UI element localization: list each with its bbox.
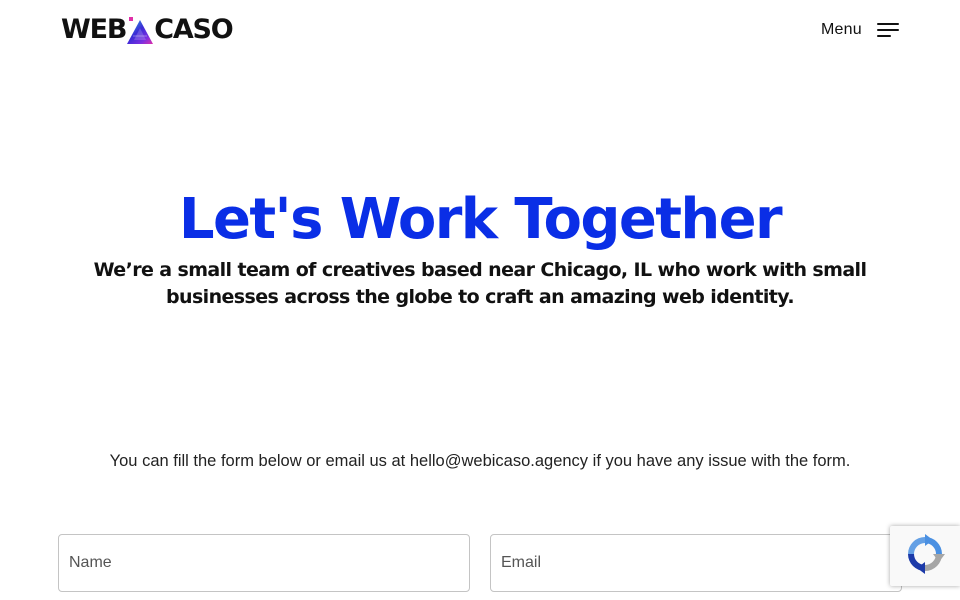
menu-label: Menu: [821, 21, 862, 38]
logo-mark-icon: [125, 14, 155, 44]
info-text-before: You can fill the form below or email us …: [109, 452, 410, 470]
info-text-after: if you have any issue with the form.: [588, 452, 851, 470]
recaptcha-icon: [903, 532, 947, 581]
hero-subtitle: We’re a small team of creatives based ne…: [93, 259, 867, 308]
email-link[interactable]: hello@webicaso.agency: [410, 452, 588, 470]
page-title: Let's Work Together: [178, 187, 783, 252]
logo-text-caso: CASO: [154, 13, 234, 45]
logo-text-web: WEB: [61, 13, 127, 45]
email-field[interactable]: [490, 534, 902, 592]
menu-button[interactable]: Menu: [821, 19, 899, 41]
site-header: WEB CASO Menu: [0, 0, 960, 60]
contact-info-text: You can fill the form below or email us …: [0, 450, 960, 472]
logo[interactable]: WEB CASO: [61, 12, 234, 46]
hamburger-icon: [876, 23, 899, 37]
recaptcha-badge[interactable]: [890, 526, 960, 586]
name-field[interactable]: [58, 534, 470, 592]
